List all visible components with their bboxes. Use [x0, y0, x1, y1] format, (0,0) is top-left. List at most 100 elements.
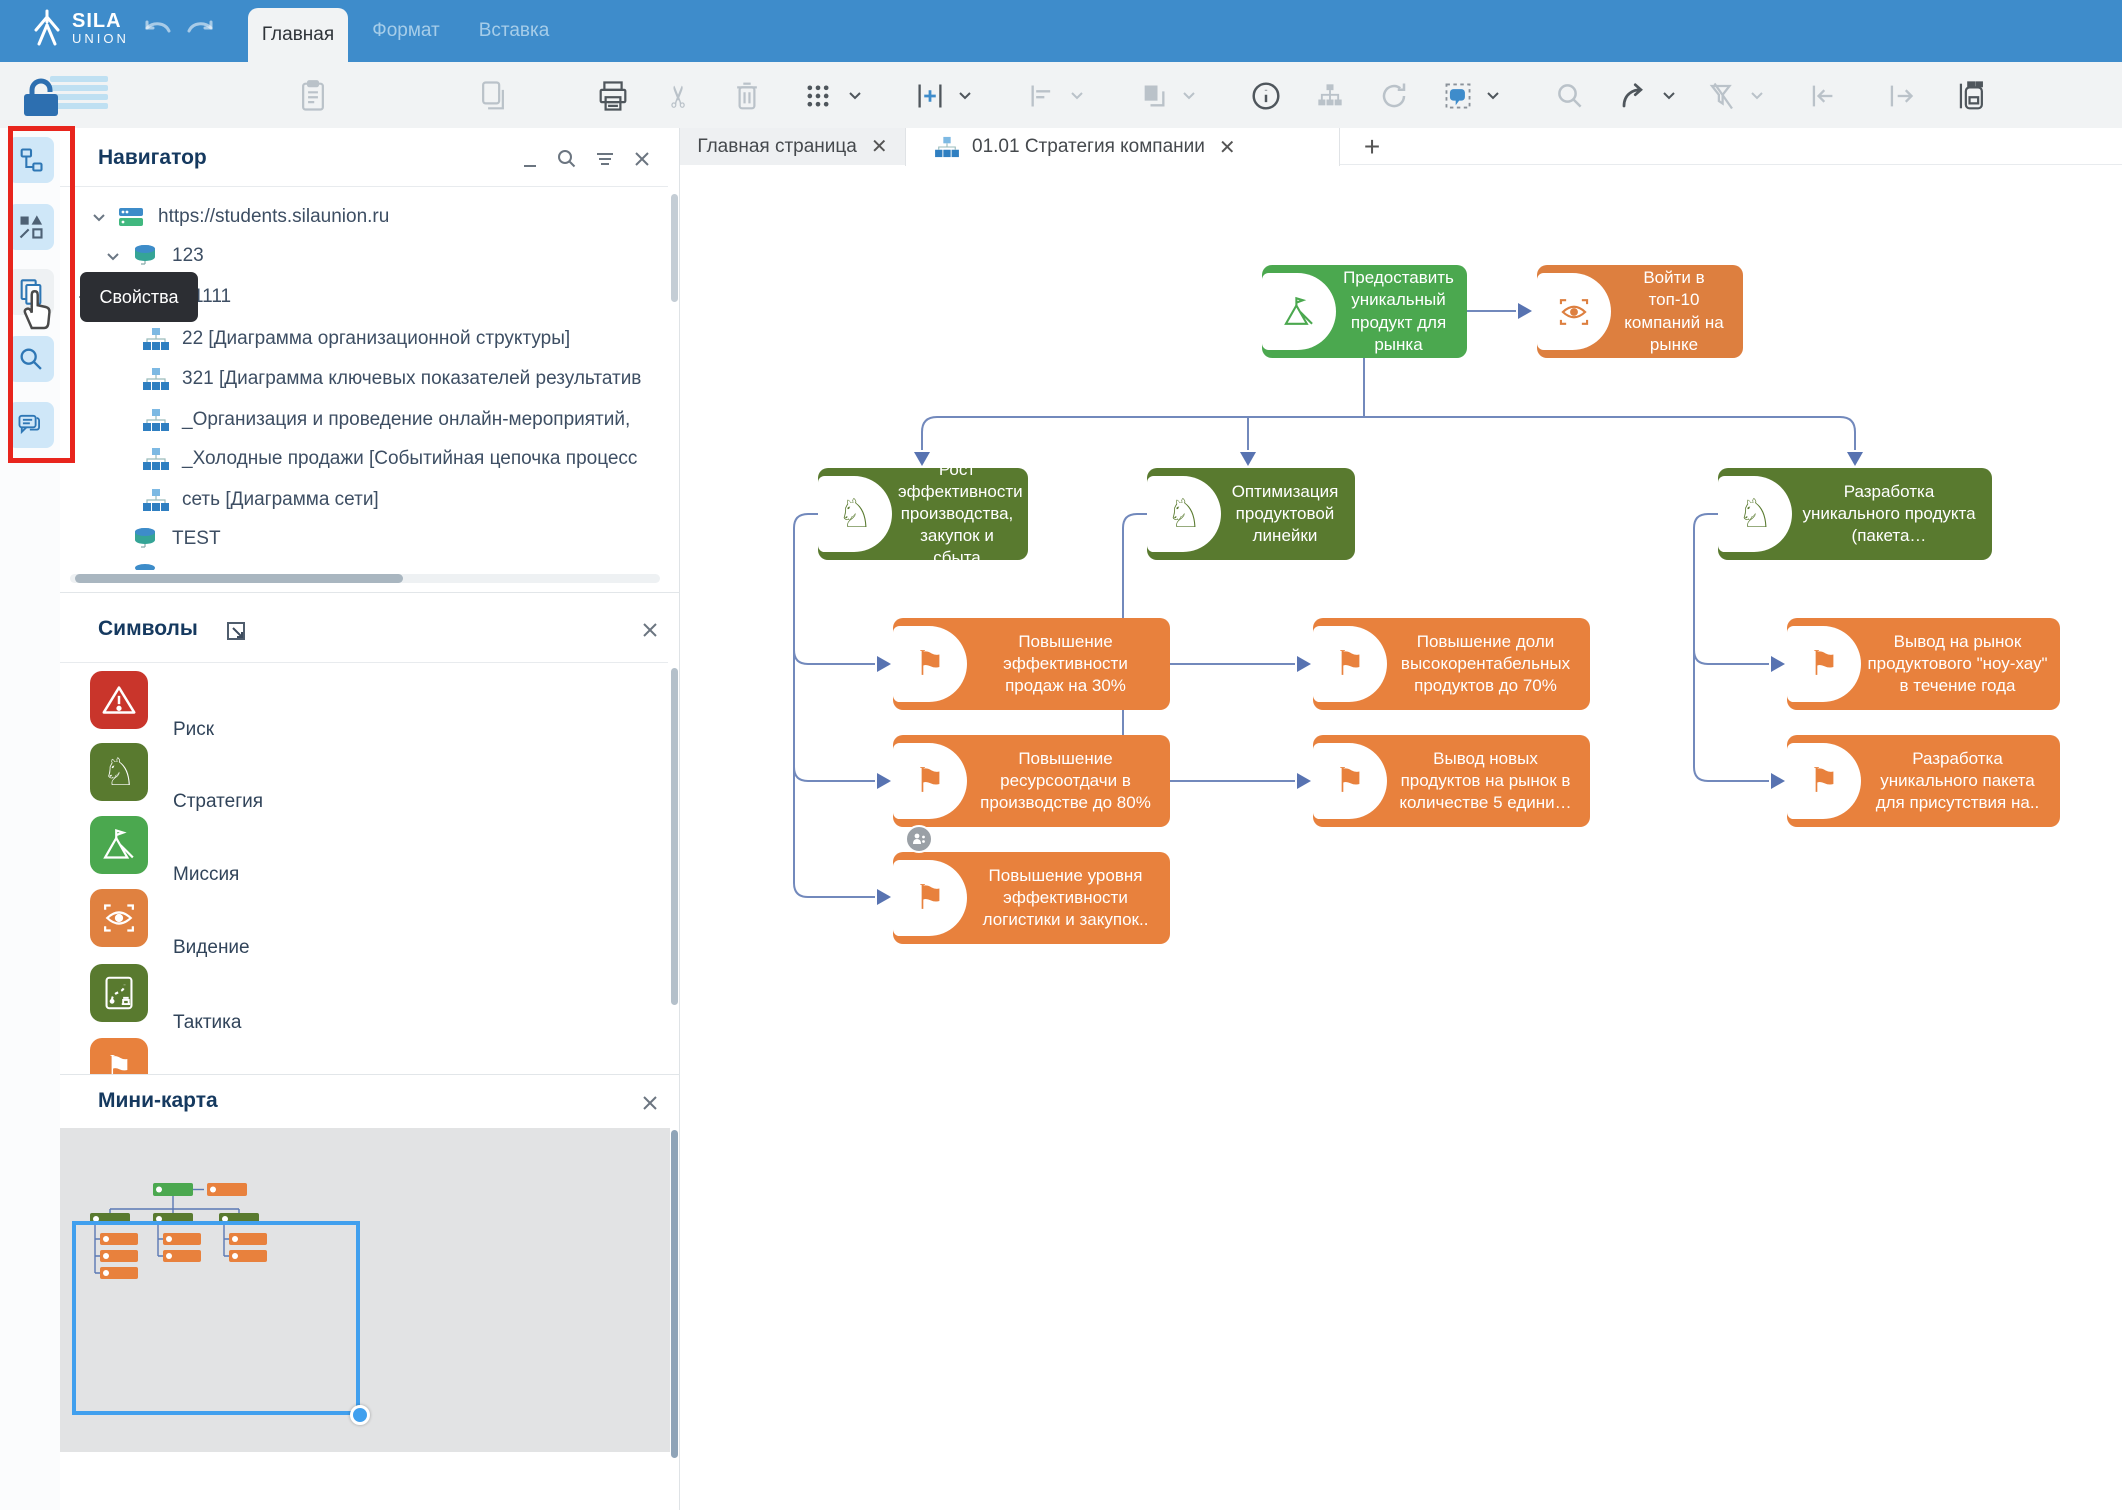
grid-options-icon[interactable] — [796, 74, 840, 118]
info-icon[interactable] — [1244, 74, 1288, 118]
symbol-mission[interactable] — [90, 816, 148, 874]
app-window: SILA UNION Главная Формат Вставка ✂ — [0, 0, 2122, 1510]
minimap-viewport-handle[interactable] — [350, 1405, 370, 1425]
panel-close-icon[interactable] — [629, 146, 655, 172]
minimap-canvas[interactable] — [60, 1128, 670, 1452]
h-scrollbar-thumb[interactable] — [75, 574, 403, 583]
paste-special-chevron-icon[interactable] — [1486, 90, 1500, 102]
goal-node[interactable]: ⚑ Повышение уровня эффективности логисти… — [893, 852, 1170, 944]
tree-label: 1111 — [193, 286, 231, 308]
navigator-panel: Навигатор https://students.silaunion.ru … — [60, 128, 680, 593]
v-scrollbar-thumb[interactable] — [671, 194, 678, 302]
filter-off-chevron-icon[interactable] — [1750, 90, 1764, 102]
node-icon-notch: ⚑ — [1787, 743, 1861, 819]
node-label: Предоставить уникальный продукт для рынк… — [1342, 267, 1455, 355]
diagram-icon — [142, 367, 170, 391]
v-scrollbar-thumb[interactable] — [671, 668, 678, 1005]
sidebar-item-search[interactable] — [8, 336, 54, 382]
tree-row[interactable]: 321 [Диаграмма ключевых показателей резу… — [142, 362, 641, 396]
goal-node[interactable]: ⚑ Повышение эффективности продаж на 30% — [893, 618, 1170, 710]
panel-filter-icon[interactable] — [592, 146, 618, 172]
close-icon[interactable]: ✕ — [1219, 135, 1236, 160]
ribbon-tab-glavnaya[interactable]: Главная — [248, 8, 348, 62]
permissions-lock-icon[interactable] — [18, 74, 118, 118]
minimap-title: Мини-карта — [98, 1089, 218, 1113]
goal-node[interactable]: ⚑ Вывод на рынок продуктового "ноу-хау" … — [1787, 618, 2060, 710]
left-icon-strip — [0, 128, 61, 1510]
refresh-icon[interactable] — [1372, 74, 1416, 118]
goal-node[interactable]: ⚑ Вывод новых продуктов на рынок в колич… — [1313, 735, 1590, 827]
panel-close-icon[interactable] — [637, 617, 663, 643]
go-to-chevron-icon[interactable] — [1662, 90, 1676, 102]
goal-node[interactable]: ⚑ Повышение доли высокорентабельных прод… — [1313, 618, 1590, 710]
tree-label: 321 [Диаграмма ключевых показателей резу… — [182, 368, 641, 390]
go-to-object-icon[interactable] — [1612, 74, 1656, 118]
delete-trash-icon[interactable] — [725, 74, 769, 118]
arrange-chevron-icon[interactable] — [1182, 90, 1196, 102]
redo-icon[interactable] — [182, 14, 218, 46]
strategy-node-2[interactable]: ♘ Оптимизация продуктовой линейки — [1147, 468, 1355, 560]
sidebar-item-symbols[interactable] — [8, 204, 54, 250]
strategy-node-1[interactable]: ♘ Рост эффективности производства, закуп… — [818, 468, 1028, 560]
flag-icon: ⚑ — [106, 1050, 133, 1076]
symbol-partial[interactable]: ⚑ — [90, 1038, 148, 1075]
tree-row[interactable]: https://students.silaunion.ru — [92, 200, 389, 234]
tree-row[interactable]: _Холодные продажи [Событийная цепочка пр… — [142, 442, 637, 476]
zoom-search-icon[interactable] — [1548, 74, 1592, 118]
sidebar-item-properties[interactable] — [8, 269, 54, 315]
detach-panel-icon[interactable] — [223, 618, 249, 644]
copy-icon[interactable] — [471, 74, 515, 118]
paste-format-icon[interactable] — [1950, 74, 1994, 118]
search-icon — [17, 345, 45, 373]
symbol-label: Видение — [173, 937, 250, 959]
print-icon[interactable] — [591, 74, 635, 118]
close-icon[interactable]: ✕ — [871, 134, 888, 159]
arrange-order-icon[interactable] — [1132, 74, 1176, 118]
symbol-vision[interactable] — [90, 889, 148, 947]
diagram-icon — [934, 136, 960, 158]
chevron-down-icon[interactable] — [92, 212, 106, 222]
ribbon-tab-vstavka[interactable]: Вставка — [468, 0, 560, 62]
undo-icon[interactable] — [140, 14, 176, 46]
tab-main-page[interactable]: Главная страница ✕ — [680, 128, 905, 165]
add-tab-button[interactable]: + — [1352, 128, 1392, 165]
symbol-risk[interactable] — [90, 671, 148, 729]
node-icon-notch — [1262, 273, 1336, 350]
strategy-node-3[interactable]: ♘ Разработка уникального продукта (пакет… — [1718, 468, 1992, 560]
tree-row[interactable]: сеть [Диаграмма сети] — [142, 483, 379, 517]
mission-node[interactable]: Предоставить уникальный продукт для рынк… — [1262, 265, 1467, 358]
node-icon-notch: ♘ — [1718, 476, 1792, 552]
v-scrollbar-thumb[interactable] — [671, 1130, 678, 1458]
tree-row[interactable]: TEST — [132, 522, 221, 556]
tree-row[interactable]: _Организация и проведение онлайн-меропри… — [142, 403, 630, 437]
insert-space-icon[interactable] — [908, 74, 952, 118]
paste-special-icon[interactable] — [1436, 74, 1480, 118]
hierarchy-icon[interactable] — [1308, 74, 1352, 118]
filter-off-icon[interactable] — [1700, 74, 1744, 118]
minimize-icon[interactable] — [518, 148, 544, 174]
tree-row[interactable]: 123 — [106, 239, 204, 273]
tab-strategy-diagram[interactable]: 01.01 Стратегия компании ✕ — [905, 128, 1340, 166]
paste-clipboard-icon[interactable] — [291, 74, 335, 118]
align-icon[interactable] — [1020, 74, 1064, 118]
tree-row[interactable]: 22 [Диаграмма организационной структуры] — [142, 322, 570, 356]
collapse-right-icon[interactable] — [1878, 74, 1922, 118]
minimap-viewport[interactable] — [72, 1221, 360, 1415]
goal-node[interactable]: ⚑ Разработка уникального пакета для прис… — [1787, 735, 2060, 827]
panel-search-icon[interactable] — [554, 146, 580, 172]
symbol-strategy[interactable]: ♘ — [90, 743, 148, 801]
cut-icon[interactable]: ✂ — [658, 74, 702, 118]
chevron-down-icon[interactable] — [106, 251, 120, 261]
ribbon-tab-format[interactable]: Формат — [364, 0, 448, 62]
align-chevron-icon[interactable] — [1070, 90, 1084, 102]
node-label: Повышение ресурсоотдачи в производстве д… — [973, 748, 1158, 814]
sidebar-item-navigator[interactable] — [8, 137, 54, 183]
goal-node[interactable]: ⚑ Повышение ресурсоотдачи в производстве… — [893, 735, 1170, 827]
collapse-left-icon[interactable] — [1800, 74, 1844, 118]
insert-space-chevron-icon[interactable] — [958, 90, 972, 102]
panel-close-icon[interactable] — [637, 1090, 663, 1116]
sidebar-item-comments[interactable] — [8, 402, 54, 448]
grid-options-chevron-icon[interactable] — [848, 90, 862, 102]
symbol-tactics[interactable] — [90, 964, 148, 1022]
vision-node[interactable]: Войти в топ-10 компаний на рынке — [1537, 265, 1743, 358]
